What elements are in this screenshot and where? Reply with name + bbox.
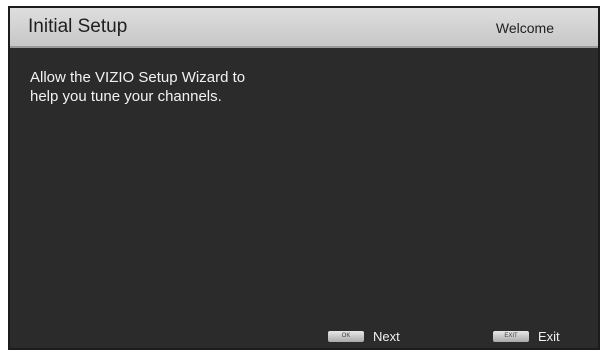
next-label: Next [373, 329, 400, 344]
wizard-message: Allow the VIZIO Setup Wizard to help you… [30, 68, 390, 106]
message-line: help you tune your channels. [30, 88, 222, 105]
step-name: Welcome [495, 20, 554, 36]
message-line: Allow the VIZIO Setup Wizard to [30, 69, 246, 86]
title-bar: Initial Setup Welcome [10, 8, 598, 48]
ok-key-icon: OK [328, 331, 364, 342]
exit-key-icon: EXIT [493, 331, 529, 342]
next-hint[interactable]: OK Next [328, 329, 400, 344]
page-title: Initial Setup [28, 16, 128, 37]
exit-hint[interactable]: EXIT Exit [493, 329, 560, 344]
setup-screen: Initial Setup Welcome Allow the VIZIO Se… [8, 6, 600, 350]
exit-label: Exit [538, 329, 560, 344]
